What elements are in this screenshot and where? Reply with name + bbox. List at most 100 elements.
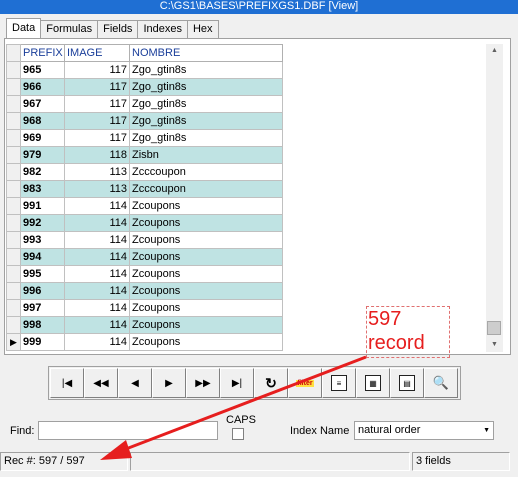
cell-nombre[interactable]: Zcoupons — [129, 197, 283, 215]
table-row[interactable]: 994 114 Zcoupons — [6, 248, 283, 266]
cell-image[interactable]: 114 — [64, 282, 130, 300]
row-indicator[interactable] — [6, 299, 21, 317]
row-indicator[interactable] — [6, 316, 21, 334]
table-row[interactable]: 969 117 Zgo_gtin8s — [6, 129, 283, 147]
first-record-button[interactable]: |◀ — [50, 368, 84, 398]
cell-prefix[interactable]: 991 — [20, 197, 65, 215]
cell-prefix[interactable]: 996 — [20, 282, 65, 300]
cell-nombre[interactable]: Zcoupons — [129, 282, 283, 300]
prev-record-button[interactable]: ◀ — [118, 368, 152, 398]
filter-button[interactable]: filter — [288, 368, 322, 398]
cell-prefix[interactable]: 965 — [20, 61, 65, 79]
row-indicator[interactable] — [6, 248, 21, 266]
row-indicator[interactable] — [6, 95, 21, 113]
cell-prefix[interactable]: 968 — [20, 112, 65, 130]
scroll-down-icon[interactable]: ▼ — [486, 338, 503, 352]
cell-nombre[interactable]: Zgo_gtin8s — [129, 95, 283, 113]
cell-image[interactable]: 118 — [64, 146, 130, 164]
next-page-button[interactable]: ▶▶ — [186, 368, 220, 398]
row-indicator[interactable] — [6, 146, 21, 164]
table-row[interactable]: 979 118 Zisbn — [6, 146, 283, 164]
cell-image[interactable]: 117 — [64, 129, 130, 147]
cell-prefix[interactable]: 967 — [20, 95, 65, 113]
column-header-nombre[interactable]: NOMBRE — [129, 44, 283, 62]
data-grid[interactable]: PREFIX IMAGE NOMBRE 965 117 Zgo_gtin8s 966 1… — [6, 44, 283, 351]
row-indicator[interactable] — [6, 180, 21, 198]
column-header-image[interactable]: IMAGE — [64, 44, 130, 62]
last-record-button[interactable]: ▶| — [220, 368, 254, 398]
cell-nombre[interactable]: Zgo_gtin8s — [129, 78, 283, 96]
row-indicator[interactable] — [6, 282, 21, 300]
chevron-down-icon[interactable]: ▼ — [483, 422, 490, 439]
row-indicator[interactable] — [6, 78, 21, 96]
cell-nombre[interactable]: Zcoupons — [129, 316, 283, 334]
cell-nombre[interactable]: Zcoupons — [129, 248, 283, 266]
cell-nombre[interactable]: Zcoupons — [129, 231, 283, 249]
table-row[interactable]: 966 117 Zgo_gtin8s — [6, 78, 283, 96]
cell-prefix[interactable]: 983 — [20, 180, 65, 198]
vertical-scrollbar[interactable]: ▲ ▼ — [486, 44, 503, 352]
cell-prefix[interactable]: 982 — [20, 163, 65, 181]
current-row-icon[interactable]: ▶ — [6, 333, 21, 351]
row-indicator[interactable] — [6, 112, 21, 130]
row-indicator[interactable] — [6, 197, 21, 215]
cell-image[interactable]: 113 — [64, 163, 130, 181]
cell-nombre[interactable]: Zcoupons — [129, 214, 283, 232]
table-row[interactable]: 997 114 Zcoupons — [6, 299, 283, 317]
cell-prefix[interactable]: 992 — [20, 214, 65, 232]
cell-image[interactable]: 117 — [64, 95, 130, 113]
row-indicator[interactable] — [6, 265, 21, 283]
cell-nombre[interactable]: Zisbn — [129, 146, 283, 164]
caps-checkbox[interactable] — [232, 428, 244, 440]
cell-image[interactable]: 114 — [64, 316, 130, 334]
tab-hex[interactable]: Hex — [186, 20, 219, 38]
cell-nombre[interactable]: Zcoupons — [129, 333, 283, 351]
cell-prefix[interactable]: 979 — [20, 146, 65, 164]
cell-prefix[interactable]: 969 — [20, 129, 65, 147]
tab-indexes[interactable]: Indexes — [137, 20, 188, 38]
row-indicator[interactable] — [6, 214, 21, 232]
scroll-thumb[interactable] — [487, 321, 501, 335]
cell-image[interactable]: 114 — [64, 248, 130, 266]
cell-prefix[interactable]: 999 — [20, 333, 65, 351]
table-row[interactable]: 965 117 Zgo_gtin8s — [6, 61, 283, 79]
cell-image[interactable]: 117 — [64, 78, 130, 96]
table-row[interactable]: 998 114 Zcoupons — [6, 316, 283, 334]
cell-image[interactable]: 114 — [64, 197, 130, 215]
cell-image[interactable]: 114 — [64, 231, 130, 249]
cell-prefix[interactable]: 997 — [20, 299, 65, 317]
cell-prefix[interactable]: 994 — [20, 248, 65, 266]
table-row[interactable]: 992 114 Zcoupons — [6, 214, 283, 232]
cell-nombre[interactable]: Zcccoupon — [129, 180, 283, 198]
tab-fields[interactable]: Fields — [97, 20, 139, 38]
index-name-select[interactable]: natural order ▼ — [354, 421, 494, 440]
cell-nombre[interactable]: Zgo_gtin8s — [129, 129, 283, 147]
row-indicator[interactable] — [6, 129, 21, 147]
search-button[interactable]: 🔍 — [424, 368, 458, 398]
tab-formulas[interactable]: Formulas — [40, 20, 99, 38]
cell-image[interactable]: 114 — [64, 333, 130, 351]
cell-nombre[interactable]: Zcoupons — [129, 299, 283, 317]
cell-prefix[interactable]: 993 — [20, 231, 65, 249]
cell-nombre[interactable]: Zcoupons — [129, 265, 283, 283]
cell-image[interactable]: 117 — [64, 61, 130, 79]
find-input[interactable] — [38, 421, 218, 440]
cell-image[interactable]: 114 — [64, 214, 130, 232]
cell-nombre[interactable]: Zcccoupon — [129, 163, 283, 181]
next-record-button[interactable]: ▶ — [152, 368, 186, 398]
table-row[interactable]: 968 117 Zgo_gtin8s — [6, 112, 283, 130]
cell-nombre[interactable]: Zgo_gtin8s — [129, 61, 283, 79]
cell-prefix[interactable]: 966 — [20, 78, 65, 96]
row-indicator[interactable] — [6, 231, 21, 249]
table-row[interactable]: 995 114 Zcoupons — [6, 265, 283, 283]
table-row[interactable]: 982 113 Zcccoupon — [6, 163, 283, 181]
table-row[interactable]: 993 114 Zcoupons — [6, 231, 283, 249]
cell-image[interactable]: 117 — [64, 112, 130, 130]
record-export-button[interactable]: ▤ — [390, 368, 424, 398]
scroll-up-icon[interactable]: ▲ — [486, 44, 503, 58]
cell-image[interactable]: 114 — [64, 299, 130, 317]
tab-data[interactable]: Data — [6, 18, 42, 38]
table-row[interactable]: 996 114 Zcoupons — [6, 282, 283, 300]
form-view-button[interactable]: ≡ — [322, 368, 356, 398]
cell-nombre[interactable]: Zgo_gtin8s — [129, 112, 283, 130]
